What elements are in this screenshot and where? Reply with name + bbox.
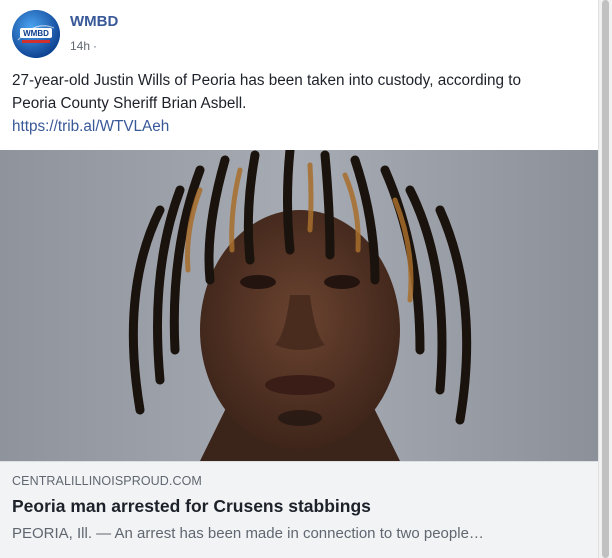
- scrollbar-thumb[interactable]: [602, 0, 609, 558]
- link-description: PEORIA, Ill. — An arrest has been made i…: [12, 525, 484, 542]
- link-domain: CENTRALILLINOISPROUD.COM: [12, 474, 202, 488]
- post-url-link[interactable]: https://trib.al/WTVLAeh: [12, 115, 592, 138]
- wmbd-logo-icon: WMBD: [12, 10, 60, 58]
- post-timestamp[interactable]: 14h: [70, 39, 90, 53]
- facebook-post: WMBD WMBD 14h · 27-year-old Justin Wills …: [0, 0, 598, 558]
- post-meta: 14h ·: [70, 39, 97, 53]
- link-preview-card[interactable]: CENTRALILLINOISPROUD.COM Peoria man arre…: [0, 461, 598, 558]
- mugshot-photo: [0, 150, 598, 461]
- link-preview-image[interactable]: [0, 150, 598, 461]
- post-header: WMBD WMBD 14h ·: [12, 10, 572, 58]
- scrollbar[interactable]: [598, 0, 612, 558]
- page-avatar[interactable]: WMBD: [12, 10, 60, 58]
- page-name-link[interactable]: WMBD: [70, 13, 118, 30]
- post-text-line-2: Peoria County Sheriff Brian Asbell.: [12, 95, 247, 112]
- avatar-logo-text: WMBD: [23, 29, 49, 38]
- meta-separator: ·: [93, 39, 98, 53]
- post-message: 27-year-old Justin Wills of Peoria has b…: [12, 69, 592, 138]
- post-text-line-1: 27-year-old Justin Wills of Peoria has b…: [12, 72, 522, 89]
- link-headline[interactable]: Peoria man arrested for Crusens stabbing…: [12, 496, 371, 517]
